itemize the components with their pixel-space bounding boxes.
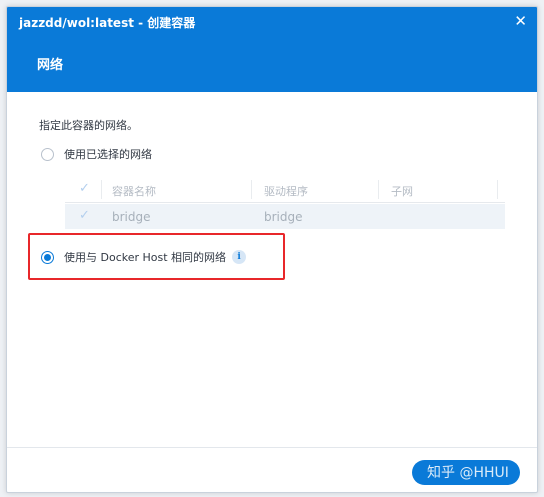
network-driver: bridge [264,210,303,224]
radio-label-selected-network: 使用已选择的网络 [64,148,152,161]
radio-use-selected-network[interactable]: 使用已选择的网络 [41,146,152,162]
radio-button-selected-network[interactable] [41,147,54,161]
info-icon[interactable]: i [232,250,247,264]
radio-label-host-network: 使用与 Docker Host 相同的网络 [64,251,227,264]
section-header: 网络 [7,37,537,92]
column-divider [497,180,498,199]
create-container-dialog: jazzdd/wol:latest - 创建容器 ✕ 网络 指定此容器的网络。 … [6,6,538,493]
check-icon[interactable]: ✓ [79,181,90,196]
network-name: bridge [112,210,151,224]
close-icon[interactable]: ✕ [514,11,527,31]
check-icon[interactable]: ✓ [79,208,90,223]
table-row[interactable]: ✓ bridge bridge [65,204,505,229]
network-description: 指定此容器的网络。 [39,119,138,132]
column-header-driver: 驱动程序 [264,185,308,198]
column-divider [101,180,102,199]
footer-divider [7,447,537,448]
dialog-title: jazzdd/wol:latest - 创建容器 [19,16,196,30]
next-button[interactable] [412,460,520,485]
radio-use-host-network[interactable]: 使用与 Docker Host 相同的网络 i [41,249,247,265]
radio-button-host-network[interactable] [41,250,54,264]
network-table: ✓ 容器名称 驱动程序 子网 ✓ bridge bridge [65,177,505,229]
column-header-subnet: 子网 [391,185,413,198]
column-header-name: 容器名称 [112,185,156,198]
column-divider [251,180,252,199]
section-title: 网络 [37,58,64,73]
column-divider [378,180,379,199]
dialog-titlebar: jazzdd/wol:latest - 创建容器 ✕ [7,7,537,37]
table-header: ✓ 容器名称 驱动程序 子网 [65,177,505,203]
